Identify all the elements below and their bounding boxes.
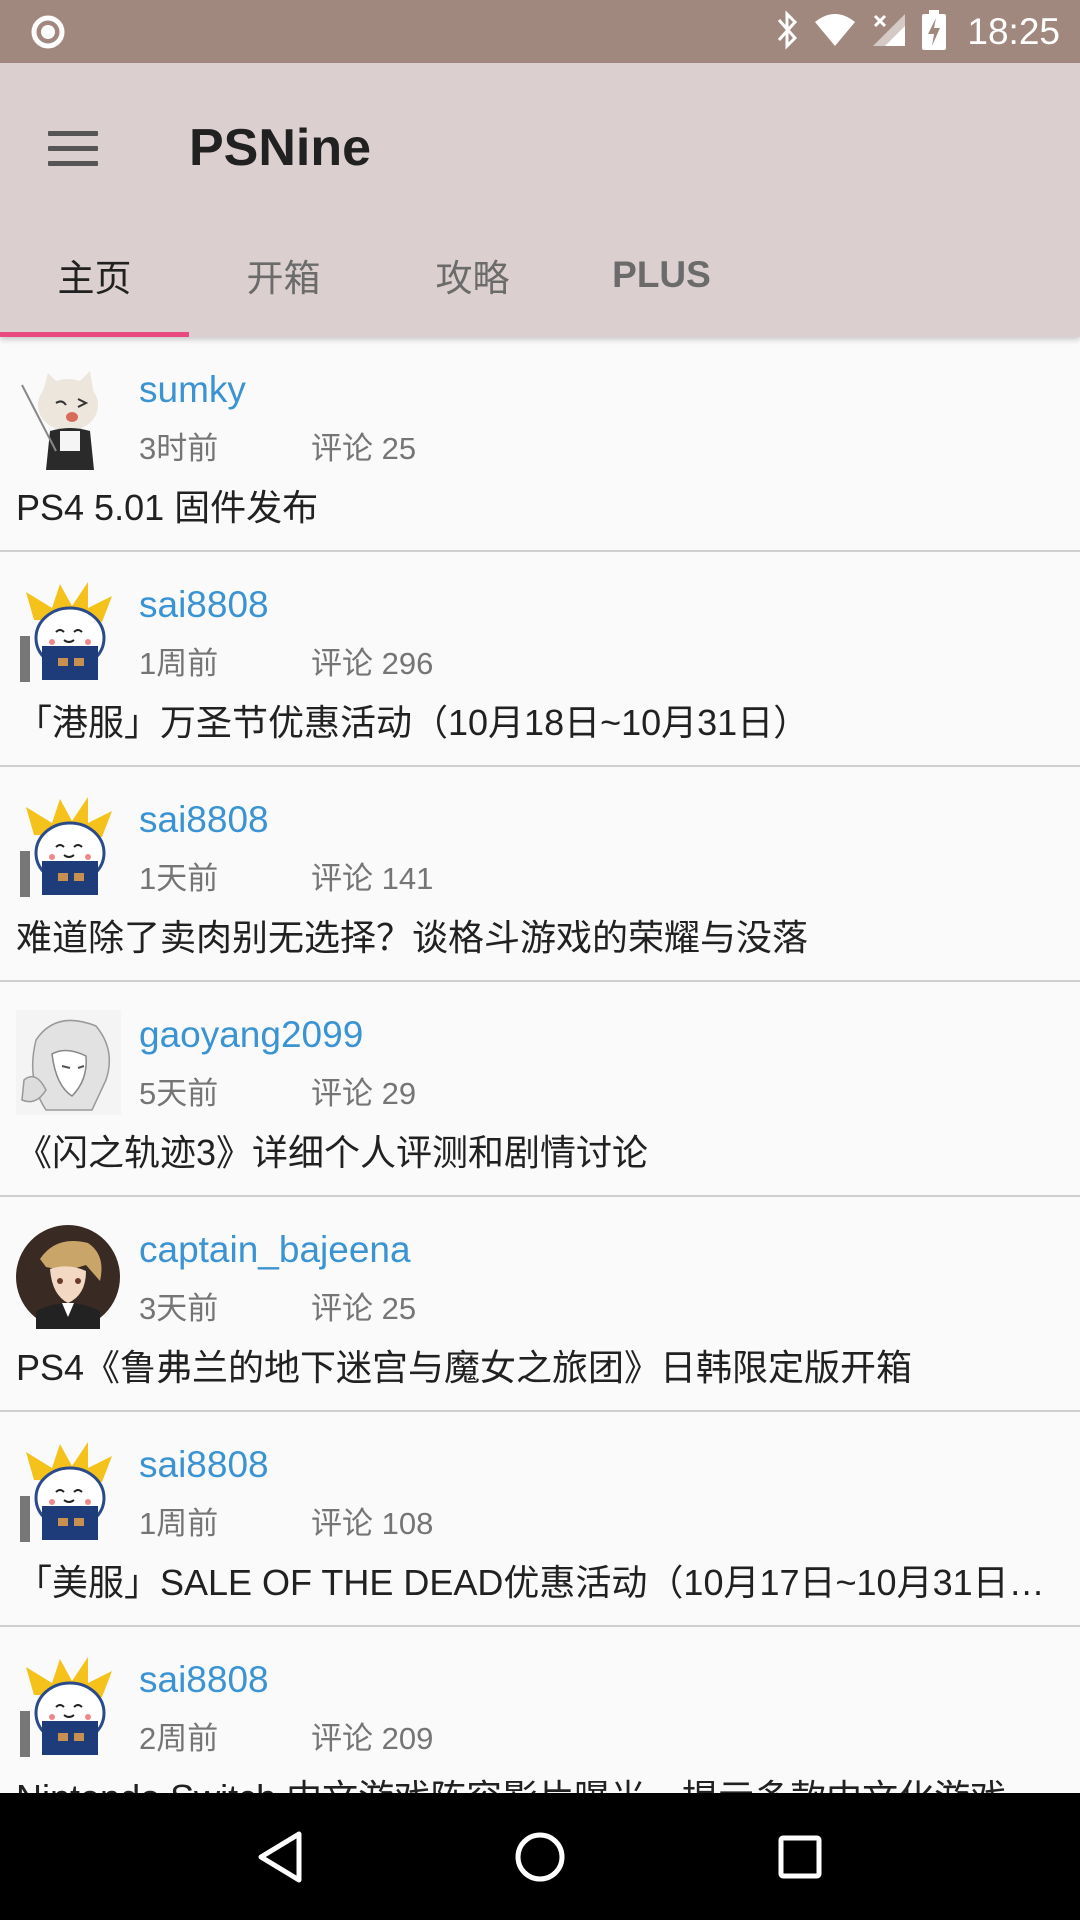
comment-count: 评论 25 [311,1291,417,1326]
comment-count: 评论 141 [311,861,434,896]
avatar[interactable] [16,365,121,470]
back-triangle-icon[interactable] [240,1817,320,1897]
comment-count: 评论 209 [311,1721,434,1756]
username[interactable]: sai8808 [139,1444,269,1486]
topic-title[interactable]: PS4 5.01 固件发布 [16,479,1056,531]
list-item[interactable]: sai8808 2周前 评论 209 Nintendo Switch 中文游戏阵… [0,1627,1080,1793]
post-time: 1天前 [139,861,219,896]
signal-icon [871,12,907,52]
avatar[interactable] [16,1225,121,1330]
post-time: 1周前 [139,1506,219,1541]
home-circle-icon[interactable] [500,1817,580,1897]
post-time: 1周前 [139,646,219,681]
status-bar: 18:25 [0,0,1080,63]
tab-label: 攻略 [435,257,510,300]
avatar[interactable] [16,1010,121,1115]
status-time: 18:25 [967,11,1060,52]
topic-title[interactable]: 难道除了卖肉别无选择？谈格斗游戏的荣耀与没落 [16,909,1056,961]
avatar[interactable] [16,1440,121,1545]
battery-charging-icon [921,10,947,54]
list-item[interactable]: sai8808 1周前 评论 296 「港服」万圣节优惠活动（10月18日~10… [0,552,1080,767]
list-item[interactable]: sai8808 1周前 评论 108 「美服」SALE OF THE DEAD优… [0,1412,1080,1627]
username[interactable]: sai8808 [139,1659,269,1701]
username[interactable]: gaoyang2099 [139,1014,363,1056]
app-bar: PSNine 主页 开箱 攻略 PLUS [0,63,1080,337]
list-item[interactable]: sai8808 1天前 评论 141 难道除了卖肉别无选择？谈格斗游戏的荣耀与没… [0,767,1080,982]
topic-title[interactable]: 「美服」SALE OF THE DEAD优惠活动（10月17日~10月31日… [16,1554,1056,1606]
topic-title[interactable]: 「港服」万圣节优惠活动（10月18日~10月31日） [16,694,1056,746]
post-time: 2周前 [139,1721,219,1756]
bluetooth-icon [775,10,799,54]
tab-label: 主页 [57,257,132,300]
topic-title[interactable]: Nintendo Switch 中文游戏阵容影片曝光，提示多款中文化游戏 [16,1769,1056,1793]
comment-count: 评论 296 [311,646,434,681]
tab-label: PLUS [612,254,711,295]
post-time: 3时前 [139,431,219,466]
username[interactable]: captain_bajeena [139,1229,411,1271]
hamburger-menu-icon[interactable] [38,113,108,183]
wifi-icon [813,12,857,52]
post-time: 5天前 [139,1076,219,1111]
list-item[interactable]: sumky 3时前 评论 25 PS4 5.01 固件发布 [0,337,1080,552]
username[interactable]: sai8808 [139,799,269,841]
notification-circle-icon [30,14,66,50]
tab-indicator [0,332,189,337]
system-nav-bar [0,1793,1080,1920]
topic-list[interactable]: sumky 3时前 评论 25 PS4 5.01 固件发布 sai8808 1周… [0,337,1080,1793]
list-item[interactable]: gaoyang2099 5天前 评论 29 《闪之轨迹3》详细个人评测和剧情讨论 [0,982,1080,1197]
app-title: PSNine [189,119,372,177]
avatar[interactable] [16,1655,121,1760]
username[interactable]: sai8808 [139,584,269,626]
tab-plus[interactable]: PLUS [567,213,756,337]
avatar[interactable] [16,580,121,685]
tab-bar: 主页 开箱 攻略 PLUS [0,213,756,337]
comment-count: 评论 25 [311,431,417,466]
tab-home[interactable]: 主页 [0,213,189,337]
tab-label: 开箱 [246,257,321,300]
comment-count: 评论 29 [311,1076,417,1111]
comment-count: 评论 108 [311,1506,434,1541]
topic-title[interactable]: PS4《鲁弗兰的地下迷宫与魔女之旅团》日韩限定版开箱 [16,1339,1056,1391]
topic-title[interactable]: 《闪之轨迹3》详细个人评测和剧情讨论 [16,1124,1056,1176]
list-item[interactable]: captain_bajeena 3天前 评论 25 PS4《鲁弗兰的地下迷宫与魔… [0,1197,1080,1412]
username[interactable]: sumky [139,369,246,411]
avatar[interactable] [16,795,121,900]
recents-square-icon[interactable] [760,1817,840,1897]
tab-guides[interactable]: 攻略 [378,213,567,337]
post-time: 3天前 [139,1291,219,1326]
tab-unboxing[interactable]: 开箱 [189,213,378,337]
